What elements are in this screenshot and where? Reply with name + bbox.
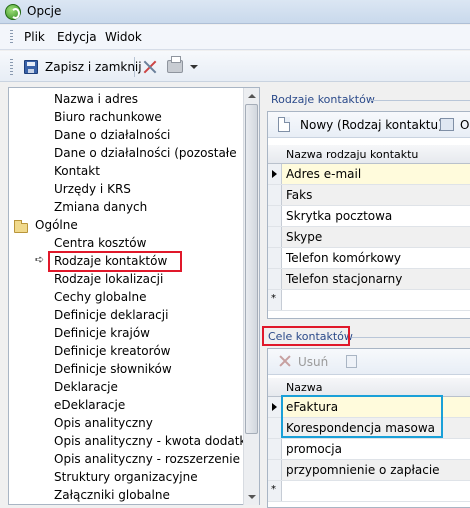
tree-item[interactable]: Definicje kreatorów bbox=[54, 344, 170, 358]
tree-item-ogolne[interactable]: Ogólne bbox=[35, 218, 78, 232]
open-button[interactable]: O bbox=[460, 118, 469, 132]
row-label: Adres e-mail bbox=[286, 167, 362, 181]
row-label: Telefon stacjonarny bbox=[286, 272, 403, 286]
menu-item-edycja[interactable]: Edycja bbox=[57, 30, 97, 44]
highlight-box bbox=[281, 395, 443, 438]
tree-scrollbar[interactable] bbox=[243, 88, 259, 505]
tree-item[interactable]: Nazwa i adres bbox=[54, 92, 138, 106]
table-row[interactable]: przypomnienie o zapłacie bbox=[268, 460, 470, 481]
scroll-down-icon[interactable] bbox=[244, 489, 260, 505]
new-contact-type-button[interactable]: Nowy (Rodzaj kontaktu) bbox=[300, 118, 443, 132]
toolbar-separator bbox=[134, 57, 135, 77]
folder-icon bbox=[14, 220, 28, 233]
options-tree: Nazwa i adres Biuro rachunkowe Dane o dz… bbox=[8, 87, 260, 505]
tree-item[interactable]: Załączniki globalne bbox=[54, 488, 170, 502]
new-row-icon: * bbox=[271, 293, 276, 304]
new-row-icon: * bbox=[271, 484, 276, 495]
print-icon[interactable] bbox=[167, 56, 183, 73]
window-title: Opcje bbox=[27, 4, 62, 18]
new-row[interactable]: * bbox=[268, 290, 470, 311]
tree-item[interactable]: Urzędy i KRS bbox=[54, 182, 131, 196]
contact-goals-toolbar: Usuń bbox=[268, 349, 470, 375]
tree-item[interactable]: Zmiana danych bbox=[54, 200, 147, 214]
tree-item[interactable]: eDeklaracje bbox=[54, 398, 125, 412]
chevron-down-icon[interactable] bbox=[190, 65, 198, 69]
delete-button[interactable]: Usuń bbox=[298, 355, 328, 369]
save-icon[interactable] bbox=[24, 60, 38, 74]
table-row[interactable]: Faks bbox=[268, 185, 470, 206]
column-header[interactable]: Nazwa rodzaju kontaktu bbox=[268, 145, 470, 164]
table-row[interactable]: Skype bbox=[268, 227, 470, 248]
contact-types-toolbar: Nowy (Rodzaj kontaktu) O bbox=[268, 112, 470, 138]
contact-types-caption: Rodzaje kontaktów bbox=[271, 93, 375, 106]
menu-item-widok[interactable]: Widok bbox=[105, 30, 142, 44]
current-row-icon bbox=[272, 170, 277, 178]
tree-item[interactable]: Opis analityczny - kwota dodatk bbox=[54, 434, 246, 448]
current-row-icon bbox=[272, 403, 277, 411]
menu-grip-icon bbox=[10, 30, 13, 44]
tree-item[interactable]: Definicje słowników bbox=[54, 362, 172, 376]
highlight-box bbox=[262, 326, 350, 346]
tree-item[interactable]: Dane o działalności (pozostałe bbox=[54, 146, 237, 160]
row-label: promocja bbox=[286, 442, 342, 456]
new-row[interactable]: * bbox=[268, 481, 470, 502]
tools-icon[interactable] bbox=[142, 59, 158, 75]
toolbar-grip-icon bbox=[10, 59, 13, 75]
table-row[interactable]: promocja bbox=[268, 439, 470, 460]
table-row[interactable]: Telefon komórkowy bbox=[268, 248, 470, 269]
column-header-label: Nazwa rodzaju kontaktu bbox=[286, 148, 419, 161]
row-label: przypomnienie o zapłacie bbox=[286, 463, 440, 477]
tree-item[interactable]: Deklaracje bbox=[54, 380, 118, 394]
row-label: Skrytka pocztowa bbox=[286, 209, 393, 223]
tree-item[interactable]: Cechy globalne bbox=[54, 290, 146, 304]
contact-types-grid: Nowy (Rodzaj kontaktu) O Nazwa rodzaju k… bbox=[267, 111, 470, 319]
column-header-label: Nazwa bbox=[286, 381, 323, 394]
tree-item[interactable]: Struktury organizacyjne bbox=[54, 470, 198, 484]
app-icon bbox=[5, 4, 21, 20]
tree-item[interactable]: Definicje deklaracji bbox=[54, 308, 168, 322]
save-and-close-button[interactable]: Zapisz i zamknij bbox=[45, 60, 142, 74]
scrollbar-thumb[interactable] bbox=[245, 104, 258, 434]
tree-item[interactable]: Opis analityczny - rozszerzenie bbox=[54, 452, 240, 466]
highlight-box bbox=[48, 251, 182, 272]
tree-item[interactable]: Biuro rachunkowe bbox=[54, 110, 162, 124]
table-row[interactable]: Skrytka pocztowa bbox=[268, 206, 470, 227]
delete-icon[interactable] bbox=[278, 354, 292, 368]
tree-item[interactable]: Opis analityczny bbox=[54, 416, 153, 430]
new-document-icon[interactable] bbox=[278, 117, 290, 132]
tree-item[interactable]: Dane o działalności bbox=[54, 128, 170, 142]
row-label: Telefon komórkowy bbox=[286, 251, 401, 265]
menu-bar: Plik Edycja Widok bbox=[0, 25, 470, 50]
row-label: Skype bbox=[286, 230, 323, 244]
menu-item-plik[interactable]: Plik bbox=[24, 30, 45, 44]
current-arrow-icon: ➪ bbox=[35, 253, 45, 266]
caption-line bbox=[352, 337, 470, 338]
toolbar: Zapisz i zamknij bbox=[0, 51, 470, 82]
table-row[interactable]: Telefon stacjonarny bbox=[268, 269, 470, 290]
tree-item[interactable]: Definicje krajów bbox=[54, 326, 150, 340]
scroll-up-icon[interactable] bbox=[244, 88, 260, 104]
table-row[interactable]: Adres e-mail bbox=[268, 164, 470, 185]
document-icon[interactable] bbox=[346, 355, 357, 368]
tree-item[interactable]: Kontakt bbox=[54, 164, 100, 178]
title-bar: Opcje bbox=[0, 0, 470, 24]
tree-item[interactable]: Centra kosztów bbox=[54, 236, 146, 250]
row-label: Faks bbox=[286, 188, 313, 202]
caption-line bbox=[370, 100, 470, 101]
tree-item[interactable]: Rodzaje lokalizacji bbox=[54, 272, 163, 286]
open-icon[interactable] bbox=[440, 118, 454, 131]
